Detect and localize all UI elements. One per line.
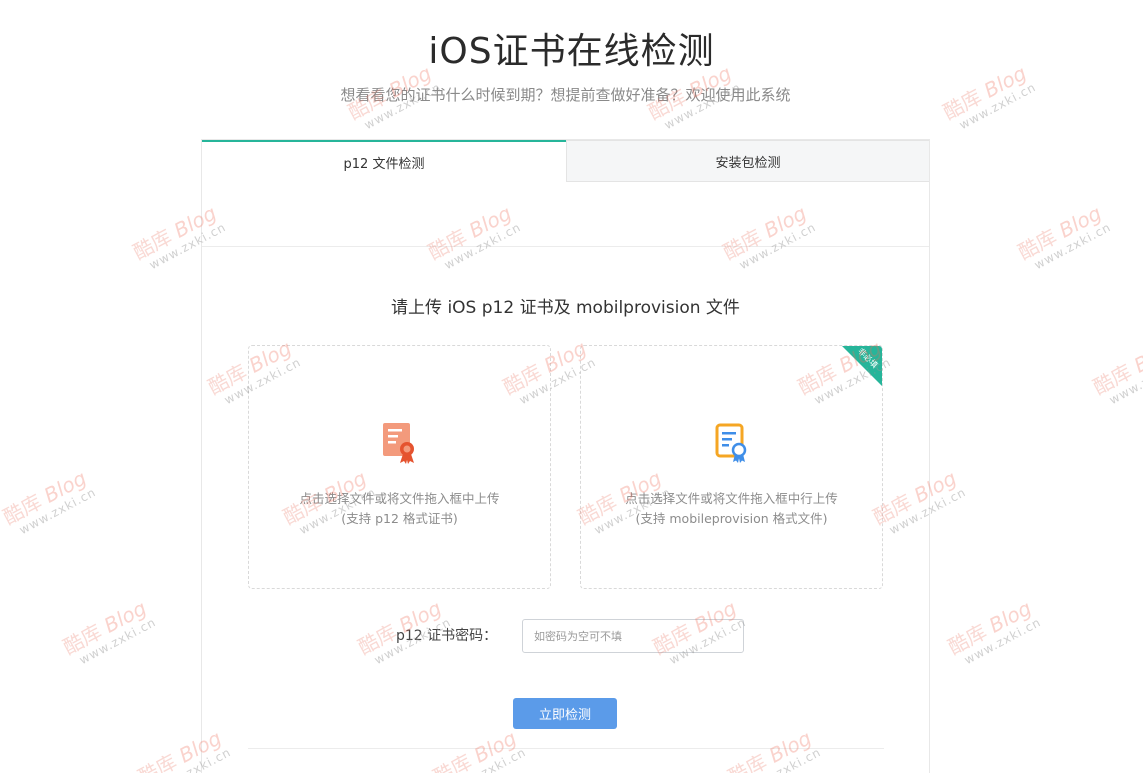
- tab-p12-detection[interactable]: p12 文件检测: [202, 140, 566, 182]
- watermark: 酷库 Blogwww.zxki.cn: [1089, 335, 1143, 410]
- watermark: 酷库 Blogwww.zxki.cn: [59, 595, 159, 670]
- optional-badge: 非必填: [842, 346, 882, 386]
- provision-upload-dropzone[interactable]: 非必填 点击选择文件或将文件拖入框中行上传 (支持 mobileprovisio…: [580, 345, 883, 589]
- password-input[interactable]: [522, 619, 744, 653]
- watermark: 酷库 Blogwww.zxki.cn: [944, 595, 1044, 670]
- watermark-brand: 酷库: [944, 616, 997, 660]
- divider: [202, 246, 929, 247]
- watermark-brand: 酷库: [134, 746, 187, 773]
- upload-heading: 请上传 iOS p12 证书及 mobilprovision 文件: [391, 298, 740, 318]
- watermark-brand: 酷库: [1089, 356, 1142, 400]
- watermark-url: www.zxki.cn: [961, 614, 1044, 668]
- watermark-url: www.zxki.cn: [1106, 354, 1143, 408]
- provision-hint-line2: (支持 mobileprovision 格式文件): [635, 511, 828, 526]
- p12-upload-hint: 点击选择文件或将文件拖入框中上传 (支持 p12 格式证书): [249, 489, 550, 529]
- tab-package-detection[interactable]: 安装包检测: [566, 140, 929, 182]
- watermark-word: Blog: [984, 595, 1036, 638]
- watermark-brand: 酷库: [0, 486, 52, 530]
- watermark: 酷库 Blogwww.zxki.cn: [0, 466, 98, 540]
- watermark-url: www.zxki.cn: [16, 484, 99, 538]
- provision-upload-hint: 点击选择文件或将文件拖入框中行上传 (支持 mobileprovision 格式…: [581, 489, 882, 529]
- page-subtitle: 想看看您的证书什么时候到期？想提前查做好准备？欢迎使用此系统: [340, 86, 791, 104]
- p12-upload-dropzone[interactable]: 点击选择文件或将文件拖入框中上传 (支持 p12 格式证书): [248, 345, 551, 589]
- p12-hint-line2: (支持 p12 格式证书): [341, 511, 458, 526]
- watermark-brand: 酷库: [59, 616, 112, 660]
- watermark-url: www.zxki.cn: [76, 614, 159, 668]
- watermark-word: Blog: [1129, 335, 1143, 378]
- document-badge-icon: [715, 423, 746, 463]
- watermark-brand: 酷库: [1014, 221, 1067, 265]
- watermark: 酷库 Blogwww.zxki.cn: [1014, 200, 1114, 275]
- p12-hint-line1: 点击选择文件或将文件拖入框中上传: [299, 491, 500, 506]
- watermark-word: Blog: [1054, 200, 1106, 243]
- divider: [248, 748, 884, 749]
- watermark-brand: 酷库: [129, 221, 182, 265]
- page-title: iOS证书在线检测: [428, 31, 715, 72]
- watermark-url: www.zxki.cn: [1031, 219, 1114, 273]
- certificate-icon: [382, 423, 414, 464]
- detect-now-button[interactable]: 立即检测: [513, 698, 617, 729]
- tab-bar: p12 文件检测 安装包检测: [202, 140, 929, 182]
- watermark-word: Blog: [99, 595, 151, 638]
- watermark-word: Blog: [39, 465, 91, 508]
- password-label: p12 证书密码：: [396, 628, 498, 644]
- provision-hint-line1: 点击选择文件或将文件拖入框中行上传: [625, 491, 838, 506]
- detection-card: p12 文件检测 安装包检测 请上传 iOS p12 证书及 mobilprov…: [201, 139, 930, 773]
